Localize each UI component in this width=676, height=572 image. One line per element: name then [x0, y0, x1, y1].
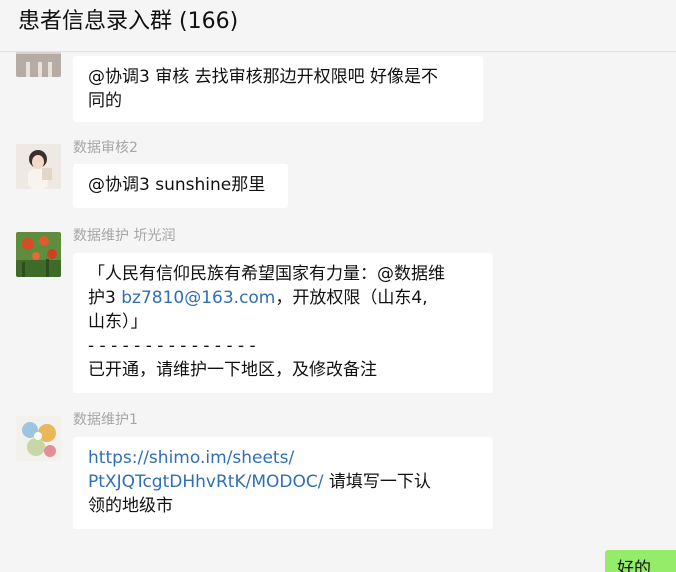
avatar[interactable]	[16, 232, 61, 277]
chat-header: 患者信息录入群 (166)	[0, 0, 676, 52]
message-bubble[interactable]: @协调3 sunshine那里	[73, 164, 288, 208]
message-text: @协调3 审核 去找审核那边开权限吧 好像是不	[88, 67, 439, 87]
avatar[interactable]	[16, 52, 61, 77]
message-bubble[interactable]: 「人民有信仰民族有希望国家有力量：@数据维 护3 bz7810@163.com，…	[73, 253, 493, 393]
group-title: 患者信息录入群 (166)	[18, 9, 239, 34]
message-text: 护3	[88, 288, 122, 308]
divider-dashes: - - - - - - - - - - - - - - -	[88, 336, 256, 356]
message-bubble[interactable]: @协调3 审核 去找审核那边开权限吧 好像是不 同的	[73, 56, 483, 122]
shimo-link[interactable]: https://shimo.im/sheets/	[88, 446, 478, 470]
sender-name: 数据审核2	[73, 140, 138, 156]
shimo-link[interactable]: PtXJQTcgtDHhvRtK/MODOC/	[88, 472, 323, 492]
message-text: 同的	[88, 91, 122, 111]
message-text: 山东）」	[88, 312, 148, 332]
message-list[interactable]: @协调3 审核 去找审核那边开权限吧 好像是不 同的 数据审核2 @协调3 su…	[0, 52, 676, 572]
sender-name: 数据维护1	[73, 412, 138, 428]
email-link[interactable]: bz7810@163.com	[121, 288, 275, 308]
self-message-bubble[interactable]: 好的	[605, 550, 676, 572]
message-text: 请填写一下认	[323, 472, 431, 492]
message-text: @协调3 sunshine那里	[88, 175, 266, 195]
avatar[interactable]	[16, 416, 61, 461]
message-bubble[interactable]: https://shimo.im/sheets/ PtXJQTcgtDHhvRt…	[73, 437, 493, 529]
message-text: 「人民有信仰民族有希望国家有力量：@数据维	[88, 264, 445, 284]
sender-name: 数据维护 圻光润	[73, 228, 176, 244]
message-text: 已开通，请维护一下地区，及修改备注	[88, 360, 377, 380]
avatar[interactable]	[16, 144, 61, 189]
message-text: 领的地级市	[88, 496, 173, 516]
message-text-line: 护3 bz7810@163.com，开放权限（山东4,	[88, 286, 478, 310]
message-text-line: PtXJQTcgtDHhvRtK/MODOC/ 请填写一下认	[88, 470, 478, 494]
message-text: ，开放权限（山东4,	[275, 288, 428, 308]
